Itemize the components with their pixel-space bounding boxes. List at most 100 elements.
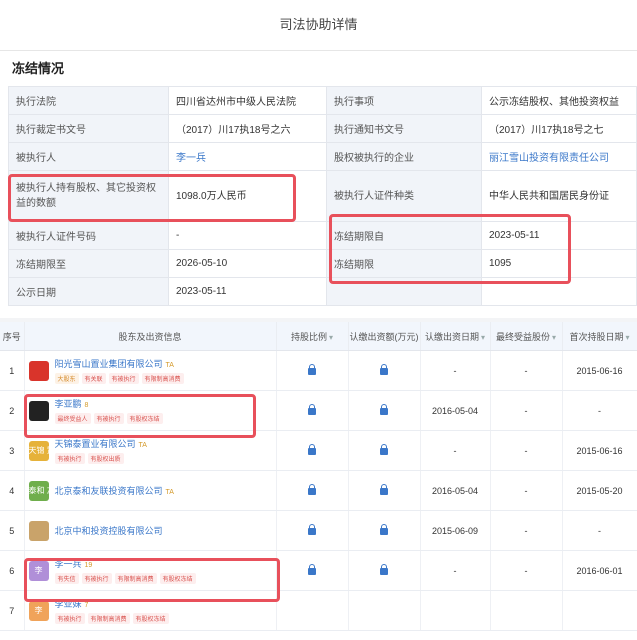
lock-icon[interactable] (380, 484, 388, 495)
date-cell (420, 590, 491, 631)
shareholder-name[interactable]: 李亚妹 (55, 599, 82, 609)
lock-icon[interactable] (380, 404, 388, 415)
filter-icon[interactable]: ▾ (329, 333, 333, 342)
ratio-cell (276, 510, 349, 551)
lock-icon[interactable] (308, 564, 316, 575)
lock-icon[interactable] (380, 444, 388, 455)
shareholder-name[interactable]: 阳光雪山置业集团有限公司 (55, 359, 163, 369)
badge-icon: TA (165, 489, 174, 496)
status-tag[interactable]: 大股东 (54, 373, 79, 384)
lock-icon[interactable] (308, 484, 316, 495)
shareholder-info: 天锦泰置业有限公司 TA 有被执行 有股权出质 (54, 437, 147, 464)
badge-icon: 7 (84, 602, 89, 609)
lock-icon[interactable] (308, 524, 316, 535)
first-date-cell: 2015-05-20 (562, 470, 637, 511)
shareholder-info: 阳光雪山置业集团有限公司 TA 大股东 有关联 有被执行 有限制高消费 (54, 357, 187, 384)
date-cell: - (420, 550, 491, 591)
detail-row: 被执行人 李一兵 股权被执行的企业 丽江雪山投资有限责任公司 (8, 142, 637, 171)
shareholder-name[interactable]: 李一兵 (55, 559, 82, 569)
status-tag[interactable]: 最终受益人 (54, 413, 91, 424)
empty-cell (481, 277, 637, 306)
badge-icon: 8 (84, 402, 89, 409)
shareholder-rows: 1 阳光雪山置业集团有限公司 TA 大股东 有关联 有被执行 有限制高消费 - -2015-06… (0, 350, 637, 631)
lock-icon[interactable] (380, 364, 388, 375)
status-tag[interactable]: 有股权冻结 (126, 413, 163, 424)
status-tag[interactable]: 有被执行 (54, 453, 85, 464)
col-date[interactable]: 认缴出资日期 ▾ (420, 322, 491, 351)
shareholder-name[interactable]: 北京中和投资控股有限公司 (55, 526, 163, 536)
lock-icon[interactable] (380, 564, 388, 575)
table-row[interactable]: 2 李亚鹏 8 最终受益人 有被执行 有股权冻结 2016-05-04- - (0, 390, 637, 431)
col-first[interactable]: 首次持股日期 ▾ (562, 322, 637, 351)
value-equity-amount: 1098.0万人民币 (168, 170, 327, 222)
status-tag[interactable]: 有限制高消费 (141, 373, 184, 384)
shareholder-cell: 李李一兵 19 有失信 有被执行 有限制高消费 有股权冻结 (24, 550, 277, 591)
value-freeze-term: 1095 (481, 249, 637, 278)
status-tag[interactable]: 有失信 (54, 573, 79, 584)
table-row[interactable]: 3天锦 置业天锦泰置业有限公司TA有被执行有股权出质--2015-06-16 (0, 430, 637, 471)
first-date-cell: 2015-06-16 (562, 350, 637, 391)
lock-icon[interactable] (308, 364, 316, 375)
col-shareholder: 股东及出资信息 (24, 322, 277, 351)
filter-icon[interactable]: ▾ (626, 333, 630, 342)
badge-icon: TA (165, 362, 174, 369)
shareholder-name[interactable]: 北京泰和友联投资有限公司 (55, 486, 163, 496)
status-tag[interactable]: 有被执行 (81, 573, 112, 584)
freeze-detail-table: 执行法院 四川省达州市中级人民法院 执行事项 公示冻结股权、其他投资权益 执行裁… (8, 86, 637, 306)
table-row[interactable]: 4泰和 友联北京泰和友联投资有限公司TA 2016-05-04-2015-05-2… (0, 470, 637, 511)
shareholder-info: 李亚鹏 8 最终受益人 有被执行 有股权冻结 (54, 397, 166, 424)
section-title: 冻结情况 (12, 61, 65, 76)
enterprise-link[interactable]: 丽江雪山投资有限责任公司 (481, 142, 637, 171)
ratio-cell (276, 550, 349, 591)
status-tag[interactable]: 有股权出质 (87, 453, 124, 464)
shareholder-name[interactable]: 天锦泰置业有限公司 (55, 439, 136, 449)
shareholder-name[interactable]: 李亚鹏 (55, 399, 82, 409)
status-tag[interactable]: 有股权冻结 (159, 573, 196, 584)
table-row[interactable]: 1 阳光雪山置业集团有限公司 TA 大股东 有关联 有被执行 有限制高消费 - -2015-06… (0, 350, 637, 391)
lock-icon[interactable] (308, 404, 316, 415)
tag-list: 有失信 有被执行 有限制高消费 有股权冻结 (54, 573, 199, 584)
status-tag[interactable]: 有股权冻结 (132, 613, 169, 624)
value-notice-no: （2017）川17执18号之七 (481, 114, 637, 143)
col-ratio[interactable]: 持股比例 ▾ (276, 322, 349, 351)
amount-cell (348, 590, 421, 631)
detail-row: 执行法院 四川省达州市中级人民法院 执行事项 公示冻结股权、其他投资权益 (8, 86, 637, 115)
row-index: 6 (0, 550, 25, 591)
company-logo (28, 360, 49, 381)
table-row[interactable]: 7 李李亚妹 7 有被执行 有限制高消费 有股权冻结 (0, 590, 637, 631)
badge-icon: 19 (84, 562, 93, 569)
label-notice-no: 执行通知书文号 (326, 114, 482, 143)
first-date-cell: - (562, 510, 637, 551)
shareholder-info: 李亚妹 7 有被执行 有限制高消费 有股权冻结 (54, 597, 172, 624)
table-row[interactable]: 5 北京中和投资控股有限公司 2015-06-09- - (0, 510, 637, 551)
date-cell: 2016-05-04 (420, 390, 491, 431)
detail-row: 冻结期限至 2026-05-10 冻结期限 1095 (8, 249, 637, 278)
amount-cell (348, 390, 421, 431)
col-amount[interactable]: 认缴出资额(万元)▾ (348, 322, 421, 351)
label-id-number: 被执行人证件号码 (8, 221, 169, 250)
status-tag[interactable]: 有限制高消费 (87, 613, 130, 624)
shareholder-cell: 天锦 置业天锦泰置业有限公司TA 有被执行有股权出质 (24, 430, 277, 471)
lock-icon[interactable] (308, 444, 316, 455)
status-tag[interactable]: 有被执行 (54, 613, 85, 624)
badge-icon: TA (138, 442, 147, 449)
date-cell: - (420, 430, 491, 471)
company-logo (28, 400, 49, 421)
final-cell (490, 590, 563, 631)
status-tag[interactable]: 有被执行 (108, 373, 139, 384)
person-link[interactable]: 李一兵 (168, 142, 327, 171)
status-tag[interactable]: 有被执行 (93, 413, 124, 424)
filter-icon[interactable]: ▾ (552, 333, 556, 342)
filter-icon[interactable]: ▾ (481, 333, 485, 342)
shareholder-panel: 序号 股东及出资信息 持股比例▾ 认缴出资额(万元)▾ 认缴出资日期▾ 最终受益… (0, 322, 637, 640)
col-final[interactable]: 最终受益股份 ▾ (490, 322, 563, 351)
status-tag[interactable]: 有限制高消费 (114, 573, 157, 584)
first-date-cell: 2015-06-16 (562, 430, 637, 471)
tag-list: 最终受益人 有被执行 有股权冻结 (54, 413, 166, 424)
status-tag[interactable]: 有关联 (81, 373, 106, 384)
table-row[interactable]: 6 李李一兵 19 有失信 有被执行 有限制高消费 有股权冻结 - -2016-06-01 (0, 550, 637, 591)
lock-icon[interactable] (380, 524, 388, 535)
amount-cell (348, 430, 421, 471)
value-ruling-no: （2017）川17执18号之六 (168, 114, 327, 143)
company-logo (28, 520, 49, 541)
